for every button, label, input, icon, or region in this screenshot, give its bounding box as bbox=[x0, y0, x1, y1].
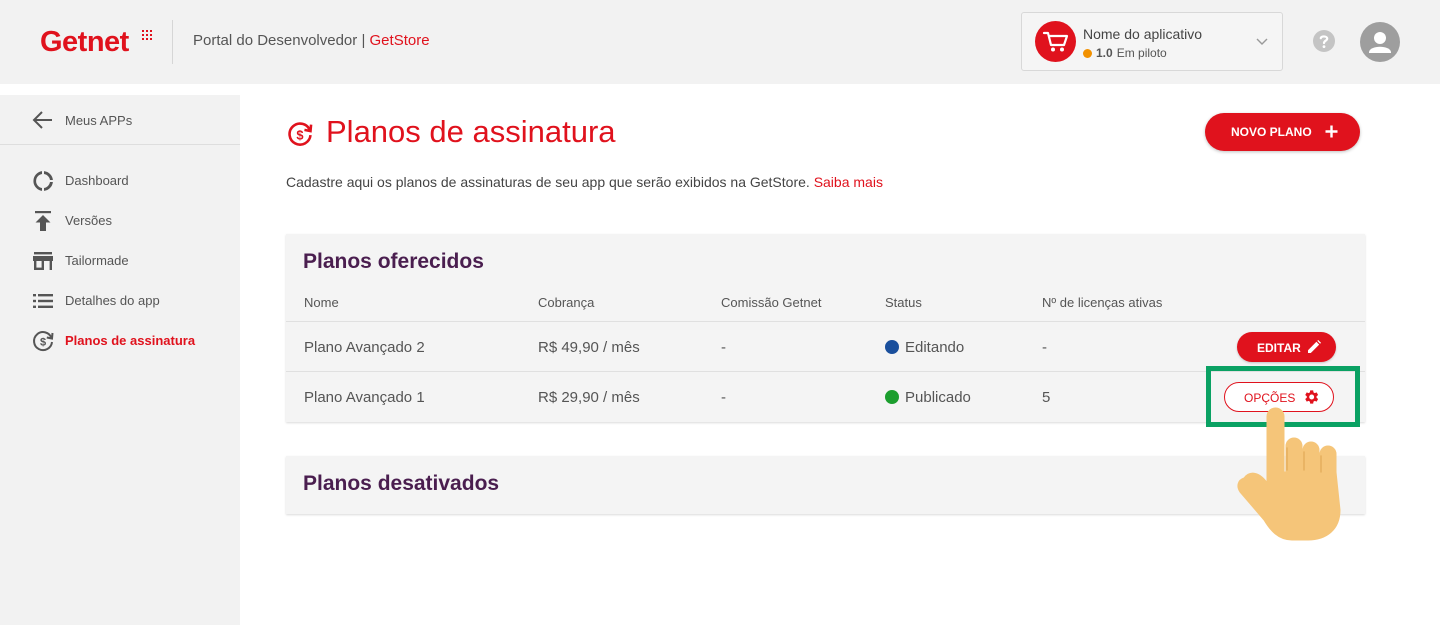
subtitle-text: Cadastre aqui os planos de assinaturas d… bbox=[286, 174, 810, 190]
store-icon bbox=[31, 249, 55, 273]
plan-licenses: - bbox=[1042, 339, 1047, 356]
plan-status: Publicado bbox=[885, 389, 971, 406]
sidebar-item-label: Versões bbox=[65, 213, 112, 228]
header-divider bbox=[172, 20, 173, 64]
app-version-status: 1.0 Em piloto bbox=[1083, 46, 1167, 60]
column-header-status: Status bbox=[885, 295, 922, 310]
status-dot-icon bbox=[885, 340, 899, 354]
cart-icon bbox=[1035, 21, 1076, 62]
column-header-cobranca: Cobrança bbox=[538, 295, 595, 310]
status-dot-icon bbox=[1083, 49, 1092, 58]
new-plan-button[interactable]: NOVO PLANO bbox=[1205, 113, 1360, 151]
store-name: GetStore bbox=[369, 32, 430, 49]
offered-plans-card: Planos oferecidos Nome Cobrança Comissão… bbox=[286, 234, 1365, 422]
pencil-icon bbox=[1307, 340, 1321, 354]
page-title: Planos de assinatura bbox=[326, 114, 616, 149]
column-header-nome: Nome bbox=[304, 295, 339, 310]
plan-name: Plano Avançado 1 bbox=[304, 389, 425, 406]
sidebar-item-label: Dashboard bbox=[65, 173, 129, 188]
pointing-hand-icon bbox=[1230, 400, 1350, 545]
column-header-comissao: Comissão Getnet bbox=[721, 295, 822, 310]
app-name: Nome do aplicativo bbox=[1083, 26, 1203, 42]
upload-icon bbox=[31, 209, 55, 233]
logo-dots bbox=[142, 30, 152, 40]
sidebar-item-label: Tailormade bbox=[65, 253, 129, 268]
sidebar-item-tailormade[interactable]: Tailormade bbox=[0, 243, 240, 279]
getnet-logo[interactable]: Getnet bbox=[40, 26, 129, 59]
user-avatar-icon[interactable] bbox=[1360, 22, 1400, 62]
app-version-number: 1.0 bbox=[1096, 46, 1113, 60]
plan-licenses: 5 bbox=[1042, 389, 1051, 406]
chevron-down-icon bbox=[1256, 34, 1268, 46]
edit-plan-button[interactable]: EDITAR bbox=[1237, 332, 1336, 362]
back-to-my-apps[interactable]: Meus APPs bbox=[0, 95, 240, 145]
title-separator: | bbox=[361, 32, 366, 49]
list-icon bbox=[31, 289, 55, 313]
disabled-plans-title: Planos desativados bbox=[303, 472, 500, 495]
edit-label: EDITAR bbox=[1257, 341, 1301, 355]
sidebar-item-versoes[interactable]: Versões bbox=[0, 203, 240, 239]
table-divider bbox=[286, 371, 1365, 372]
status-dot-icon bbox=[885, 390, 899, 404]
sidebar-item-label: Detalhes do app bbox=[65, 293, 160, 308]
page-subtitle: Cadastre aqui os planos de assinaturas d… bbox=[286, 174, 883, 190]
back-label: Meus APPs bbox=[65, 113, 133, 128]
plus-icon bbox=[1325, 125, 1338, 138]
sidebar-item-label: Planos de assinatura bbox=[65, 333, 196, 348]
plan-billing: R$ 49,90 / mês bbox=[538, 339, 640, 356]
dashboard-icon bbox=[31, 169, 55, 193]
plan-commission: - bbox=[721, 389, 726, 406]
subscription-icon: $ bbox=[31, 329, 55, 353]
top-header: Getnet Portal do Desenvolvedor | GetStor… bbox=[0, 0, 1440, 84]
svg-text:$: $ bbox=[296, 127, 303, 142]
disabled-plans-card[interactable]: Planos desativados bbox=[286, 456, 1365, 514]
app-selector[interactable]: Nome do aplicativo 1.0 Em piloto bbox=[1021, 12, 1283, 71]
learn-more-link[interactable]: Saiba mais bbox=[814, 174, 883, 190]
offered-plans-title: Planos oferecidos bbox=[303, 250, 484, 273]
plan-name: Plano Avançado 2 bbox=[304, 339, 425, 356]
portal-name: Portal do Desenvolvedor bbox=[193, 32, 358, 49]
plan-commission: - bbox=[721, 339, 726, 356]
new-plan-label: NOVO PLANO bbox=[1231, 125, 1312, 139]
subscription-icon: $ bbox=[286, 120, 314, 148]
plan-status-label: Editando bbox=[905, 339, 965, 356]
plan-status-label: Publicado bbox=[905, 389, 971, 406]
plan-billing: R$ 29,90 / mês bbox=[538, 389, 640, 406]
sidebar: Meus APPs Dashboard Versões Tailormade D… bbox=[0, 95, 240, 625]
help-icon[interactable] bbox=[1312, 29, 1336, 53]
sidebar-item-dashboard[interactable]: Dashboard bbox=[0, 163, 240, 199]
arrow-left-icon bbox=[32, 110, 54, 130]
portal-title: Portal do Desenvolvedor | GetStore bbox=[193, 32, 430, 49]
sidebar-item-detalhes[interactable]: Detalhes do app bbox=[0, 283, 240, 319]
app-status-label: Em piloto bbox=[1116, 46, 1167, 60]
column-header-licencas: Nº de licenças ativas bbox=[1042, 295, 1163, 310]
table-divider bbox=[286, 321, 1365, 322]
svg-text:$: $ bbox=[40, 337, 46, 349]
sidebar-item-planos[interactable]: $ Planos de assinatura bbox=[0, 323, 240, 359]
plan-status: Editando bbox=[885, 339, 964, 356]
